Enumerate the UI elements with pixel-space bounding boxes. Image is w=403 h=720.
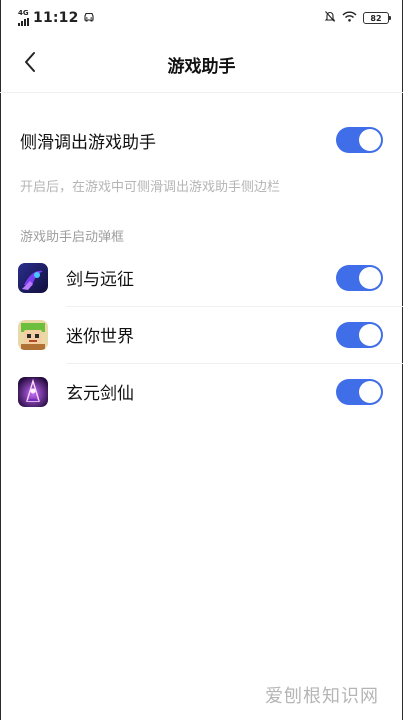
side-swipe-description: 开启后，在游戏中可侧滑调出游戏助手侧边栏 [20,180,281,195]
network-tag: 4G [18,9,29,17]
page-title: 游戏助手 [167,56,236,77]
toggle-knob [359,129,381,151]
battery-indicator: 82 [363,12,391,24]
back-button[interactable] [14,48,46,80]
toggle-knob [359,266,381,289]
status-right: 82 [324,10,391,27]
app-name: 剑与远征 [66,270,134,290]
afk-arena-toggle[interactable] [336,264,383,291]
signal-icon: 4G [18,10,29,26]
app-name: 迷你世界 [66,327,134,347]
toggle-knob [359,380,381,403]
car-icon [83,11,95,26]
app-row-xuanyuan-jianxian: 玄元剑仙 [0,363,403,420]
wifi-icon [342,11,357,26]
side-swipe-setting-row: 侧滑调出游戏助手 [0,118,403,162]
app-row-mini-world: 迷你世界 [0,306,403,363]
header: 游戏助手 [0,36,403,93]
app-name: 玄元剑仙 [66,384,134,404]
xuanyuan-jianxian-toggle[interactable] [336,378,383,405]
side-swipe-toggle[interactable] [336,127,383,153]
status-time: 11:12 [33,10,79,26]
side-swipe-label: 侧滑调出游戏助手 [20,132,156,153]
chevron-left-icon [23,51,37,77]
app-list: 剑与远征 迷你世界 玄元剑仙 [0,249,403,420]
app-row-afk-arena: 剑与远征 [0,249,403,306]
afk-arena-icon [18,262,48,293]
mini-world-icon [18,319,48,350]
toggle-knob [359,323,381,346]
xuanyuan-jianxian-icon [18,376,48,407]
bell-off-icon [324,10,336,27]
battery-level: 82 [370,13,382,23]
watermark: 爱刨根知识网 [265,686,379,707]
mini-world-toggle[interactable] [336,321,383,348]
status-left: 4G 11:12 [18,10,95,26]
section-title: 游戏助手启动弹框 [20,230,125,245]
status-bar: 4G 11:12 82 [0,0,403,36]
